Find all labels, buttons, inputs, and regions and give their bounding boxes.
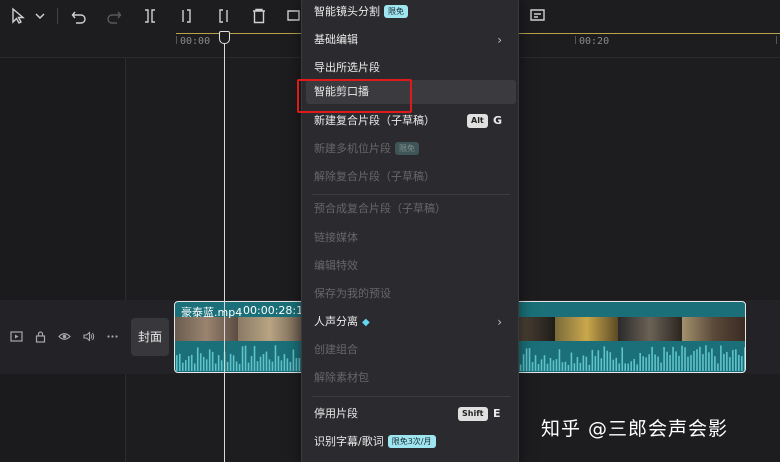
undo-icon[interactable] (69, 6, 89, 26)
speaker-icon[interactable] (81, 330, 95, 344)
menu-item-label: 识别字幕/歌词 (314, 435, 384, 448)
chevron-right-icon: › (497, 33, 502, 47)
ruler-tick (776, 36, 777, 44)
clip-thumbnail (618, 317, 682, 341)
menu-item-smart-shot-split[interactable]: 智能镜头分割 限免 (302, 0, 520, 24)
menu-item-label: 编辑特效 (314, 259, 358, 272)
diamond-icon: ◆ (362, 317, 370, 328)
menu-item-label: 导出所选片段 (314, 61, 380, 74)
split-icon[interactable] (140, 6, 160, 26)
menu-separator (312, 194, 510, 195)
more-icon[interactable] (105, 330, 119, 344)
playhead-handle[interactable] (219, 31, 230, 44)
menu-item-new-multicam[interactable]: 新建多机位片段 限免 (302, 137, 520, 161)
menu-item-label: 解除素材包 (314, 371, 369, 384)
shortcut-modifier: Shift (458, 407, 488, 421)
menu-item-ungroup-compound[interactable]: 解除复合片段（子草稿） (302, 165, 520, 189)
watermark: 知乎 @三郎会声会影 (541, 418, 729, 440)
split-right-icon[interactable] (213, 6, 233, 26)
menu-item-label: 基础编辑 (314, 33, 358, 46)
track-header-panel (0, 58, 126, 462)
clip-thumbnail (175, 317, 239, 341)
eye-icon[interactable] (57, 330, 71, 344)
chevron-down-icon[interactable] (31, 6, 45, 26)
menu-item-link-media[interactable]: 链接媒体 (302, 226, 520, 250)
menu-item-label: 解除复合片段（子草稿） (314, 170, 435, 183)
redo-icon[interactable] (104, 6, 124, 26)
menu-item-save-preset[interactable]: 保存为我的预设 (302, 282, 520, 306)
limited-free-badge: 限免 (395, 142, 419, 155)
shortcut-modifier: Alt (467, 114, 488, 128)
cover-button[interactable]: 封面 (131, 318, 169, 356)
ruler-tick (176, 36, 177, 44)
chevron-right-icon: › (497, 315, 502, 329)
shortcut-key: G (493, 114, 503, 127)
menu-item-label: 人声分离 (314, 315, 358, 328)
delete-icon[interactable] (249, 6, 269, 26)
menu-item-label: 新建复合片段（子草稿） (314, 114, 435, 127)
menu-item-precompose[interactable]: 预合成复合片段（子草稿） (302, 197, 520, 221)
highlight-annotation (297, 79, 412, 113)
menu-item-vocal-separation[interactable]: 人声分离 ◆ › (302, 310, 520, 334)
ruler-end-label: 00:20 (579, 36, 610, 47)
menu-separator (312, 396, 510, 397)
freeze-icon[interactable] (285, 6, 301, 26)
subtitle-toggle-icon[interactable] (528, 6, 548, 26)
menu-item-label: 智能镜头分割 (314, 5, 380, 18)
clip-filename: 豪泰蓝.mp4 (181, 306, 243, 319)
ruler-range-line (176, 33, 301, 34)
menu-item-label: 预合成复合片段（子草稿） (314, 202, 446, 215)
menu-item-label: 链接媒体 (314, 231, 358, 244)
ruler-start-label: 00:00 (180, 36, 211, 47)
menu-item-edit-effects[interactable]: 编辑特效 (302, 254, 520, 278)
menu-item-unpack-material[interactable]: 解除素材包 (302, 366, 520, 390)
clip-thumbnail (554, 317, 619, 341)
menu-item-basic-edit[interactable]: 基础编辑 › (302, 28, 520, 52)
clip-thumbnail (238, 317, 302, 341)
split-left-icon[interactable] (177, 6, 197, 26)
track-preview-icon[interactable] (9, 330, 23, 344)
menu-item-label: 新建多机位片段 (314, 142, 391, 155)
limited-free-badge: 限免3次/月 (387, 435, 436, 448)
menu-item-label: 创建组合 (314, 343, 358, 356)
toolbar-divider (57, 8, 58, 24)
cursor-icon[interactable] (8, 6, 28, 26)
ruler-tick (575, 36, 576, 44)
playhead-line[interactable] (224, 40, 225, 462)
menu-item-export-selected[interactable]: 导出所选片段 (302, 56, 520, 80)
menu-item-create-group[interactable]: 创建组合 (302, 338, 520, 362)
context-menu: 智能镜头分割 限免 基础编辑 › 导出所选片段 智能剪口播 新建复合片段（子草稿） … (301, 0, 519, 462)
menu-item-recognize-subtitles[interactable]: 识别字幕/歌词 限免3次/月 (302, 430, 520, 454)
ruler-range-line (519, 33, 780, 34)
menu-item-label: 停用片段 (314, 407, 358, 420)
clip-thumbnail (681, 317, 745, 341)
limited-free-badge: 限免 (384, 5, 408, 18)
menu-item-label: 保存为我的预设 (314, 287, 391, 300)
lock-icon[interactable] (33, 330, 47, 344)
menu-item-disable-clip[interactable]: 停用片段 Shift E (302, 402, 520, 426)
shortcut-key: E (493, 407, 501, 420)
